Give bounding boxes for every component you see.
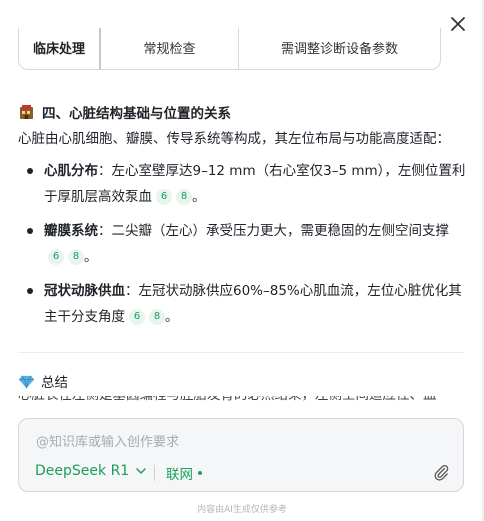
chat-panel: 临床处理 常规检查 需调整诊断设备参数 四、心脏结构基础与位置的关系 心脏由心肌… <box>0 0 484 521</box>
period: 。 <box>192 189 206 205</box>
web-search-label: 联网 <box>166 467 193 483</box>
model-select[interactable]: DeepSeek R1 <box>35 463 147 479</box>
point-term: 心肌分布 <box>44 163 98 179</box>
table-cell: 常规检查 <box>101 28 239 69</box>
summary-heading: 总结 <box>18 371 68 391</box>
list-item: 瓣膜系统：二尖瓣（左心）承受压力更大，需更稳固的左侧空间支撑 6 8。 <box>18 218 466 270</box>
ai-disclaimer: 内容由AI生成仅供参考 <box>197 505 287 515</box>
table-cell: 需调整诊断设备参数 <box>239 28 440 69</box>
point-list: 心肌分布：左心室壁厚达9–12 mm（右心室仅3–5 mm），左侧位置利于厚肌层… <box>18 158 468 330</box>
point-term: 瓣膜系统 <box>44 223 98 239</box>
table-row-clipped: 临床处理 常规检查 需调整诊断设备参数 <box>18 28 441 70</box>
list-item: 心肌分布：左心室壁厚达9–12 mm（右心室仅3–5 mm），左侧位置利于厚肌层… <box>18 158 466 210</box>
citation-badge[interactable]: 6 <box>129 309 145 325</box>
list-item: 冠状动脉供血：左冠状动脉供应60%–85%心肌血流，左位心脏优化其主干分支角度 6… <box>18 278 466 330</box>
bullet-dot <box>27 228 33 234</box>
point-text: ：二尖瓣（左心）承受压力更大，需更稳固的左侧空间支撑 <box>98 223 449 239</box>
summary-text: 心脏长在左侧是基因编程与胚胎发育的必然结果，左侧空间适应性、血 <box>18 396 466 406</box>
toolbar-divider <box>154 465 155 481</box>
chevron-down-icon <box>136 468 146 474</box>
paperclip-icon[interactable] <box>432 463 450 481</box>
close-button[interactable] <box>446 12 470 36</box>
section-title: 四、心脏结构基础与位置的关系 <box>42 106 231 122</box>
status-dot <box>198 471 202 475</box>
citation-badge[interactable]: 6 <box>156 189 172 205</box>
composer-input[interactable]: @知识库或输入创作要求 <box>36 431 179 450</box>
web-search-toggle[interactable]: 联网 <box>166 463 202 483</box>
point-term: 冠状动脉供血 <box>44 283 125 299</box>
table-cell: 临床处理 <box>19 28 101 69</box>
close-icon <box>451 17 465 31</box>
table-cell-text: 常规检查 <box>143 42 196 57</box>
answer-section: 四、心脏结构基础与位置的关系 心脏由心肌细胞、瓣膜、传导系统等构成，其左位布局与… <box>18 100 468 338</box>
citation-badge[interactable]: 6 <box>48 249 64 265</box>
point-text: ：左心室壁厚达9–12 mm（右心室仅3–5 mm），左侧位置利于厚肌层高效泵血 <box>44 163 466 205</box>
citation-badge[interactable]: 8 <box>68 249 84 265</box>
clipped-summary-text: 心脏长在左侧是基因编程与胚胎发育的必然结果，左侧空间适应性、血 <box>18 396 466 406</box>
section-heading: 四、心脏结构基础与位置的关系 <box>18 100 468 124</box>
table-cell-text: 临床处理 <box>32 42 85 57</box>
summary-label: 总结 <box>41 375 68 391</box>
bullet-dot <box>27 288 33 294</box>
gem-icon <box>18 375 35 388</box>
section-divider <box>18 352 464 353</box>
period: 。 <box>165 309 179 325</box>
model-label: DeepSeek R1 <box>35 463 130 479</box>
bullet-dot <box>27 168 33 174</box>
period: 。 <box>84 249 98 265</box>
heart-building-icon <box>20 105 33 119</box>
citation-badge[interactable]: 8 <box>149 309 165 325</box>
citation-badge[interactable]: 8 <box>176 189 192 205</box>
section-intro: 心脏由心肌细胞、瓣膜、传导系统等构成，其左位布局与功能高度适配： <box>18 131 450 147</box>
table-cell-text: 需调整诊断设备参数 <box>280 42 398 57</box>
chat-composer[interactable]: @知识库或输入创作要求 DeepSeek R1 联网 <box>18 418 464 492</box>
